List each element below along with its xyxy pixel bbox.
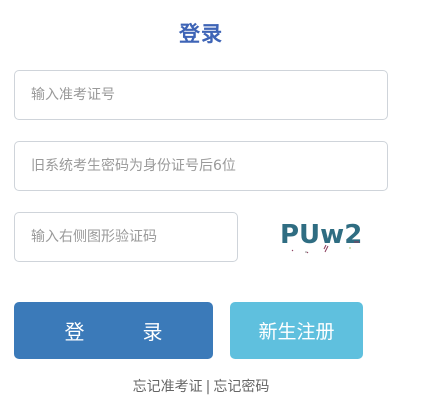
- register-button[interactable]: 新生注册: [230, 302, 363, 359]
- recovery-links: 忘记准考证 | 忘记密码: [0, 376, 402, 396]
- register-button-label: 新生注册: [258, 321, 335, 343]
- password-input[interactable]: [14, 141, 388, 191]
- forgot-password-link[interactable]: 忘记密码: [213, 379, 269, 395]
- captcha-input[interactable]: [14, 212, 238, 262]
- page-title: 登录: [179, 22, 223, 46]
- exam-number-input[interactable]: [14, 70, 388, 120]
- forgot-exam-number-link[interactable]: 忘记准考证: [133, 379, 203, 395]
- captcha-graphic: PUw2: [280, 220, 362, 254]
- link-separator: |: [205, 379, 211, 395]
- login-button-label: 登录: [64, 320, 221, 344]
- login-button[interactable]: 登录: [14, 302, 213, 359]
- captcha-image[interactable]: PUw2: [262, 212, 382, 262]
- captcha-text: PUw2: [280, 220, 362, 250]
